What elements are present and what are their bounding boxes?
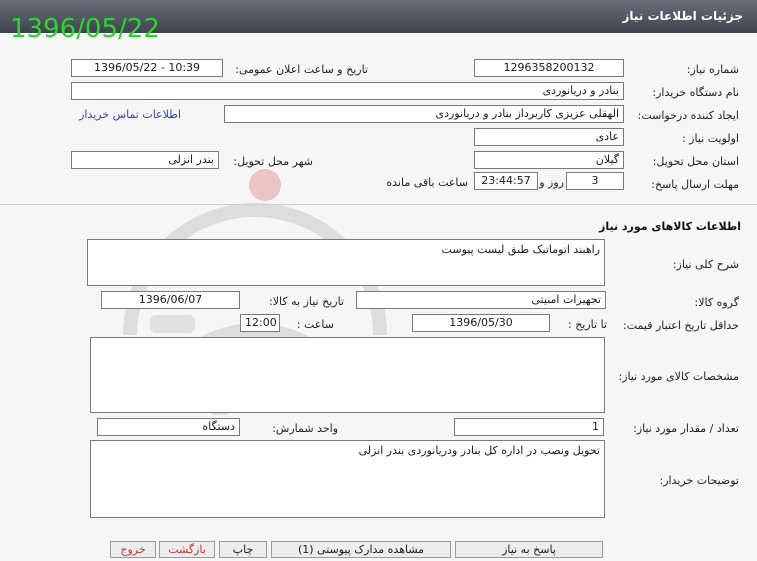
qty-field: 1 [454,418,604,436]
date-stamp: 1396/05/22 [10,14,160,44]
deadline-time-field: 23:44:57 [474,172,538,190]
requester-label: ایجاد کننده درخواست: [637,109,739,122]
goods-section-title: اطلاعات کالاهای مورد نیاز [599,220,741,233]
unit-label: واحد شمارش: [272,422,338,435]
province-field: گیلان [474,151,624,169]
goods-group-field: تجهیزات امنیتی [356,291,606,309]
remaining-word: ساعت باقی مانده [386,176,468,189]
general-desc-label: شرح کلی نیاز: [672,258,739,271]
exit-button[interactable]: خروج [110,541,156,558]
goods-group-label: گروه کالا: [694,296,739,309]
city-field: بندر انزلی [71,151,219,169]
specs-label: مشخصات کالای مورد نیاز: [618,370,739,383]
qty-label: تعداد / مقدار مورد نیاز: [633,422,739,435]
unit-field: دستگاه [97,418,240,436]
province-label: استان محل تحویل: [652,155,739,168]
view-docs-button[interactable]: مشاهده مدارک پیوستی (1) [271,541,451,558]
back-button[interactable]: بازگشت [159,541,215,558]
buyer-org-label: نام دستگاه خریدار: [652,86,739,99]
days-word: روز و [539,176,564,189]
requester-field: الهقلی عزیزی کاربرداز بنادر و دریانوردی [224,105,624,123]
buyer-notes-label: توضیحات خریدار: [659,474,740,487]
priority-field: عادی [474,128,624,146]
need-number-label: شماره نیاز: [686,63,739,76]
contact-info-link[interactable]: اطلاعات تماس خریدار [79,108,181,121]
specs-field [90,337,605,413]
general-desc-field: راهبند اتوماتیک طبق لیست پیوست [87,239,605,286]
section-divider [0,204,757,205]
page-frame: جزئیات اطلاعات نیاز 1396/05/22 شماره نیا… [0,0,757,561]
need-date-label: تاریخ نیاز به کالا: [269,295,344,308]
print-button[interactable]: چاپ [219,541,267,558]
buyer-org-field: بنادر و دریانوردی [71,82,624,100]
until-date-label: تا تاریخ : [568,318,607,331]
announce-field: 1396/05/22 - 10:39 [71,59,223,77]
deadline-label: مهلت ارسال پاسخ: [651,178,739,191]
until-date-field: 1396/05/30 [412,314,550,332]
time-field: 12:00 [240,314,280,332]
deadline-days-field: 3 [566,172,624,190]
need-number-field: 1296358200132 [474,59,624,77]
priority-label: اولویت نیاز : [681,132,739,145]
reply-button[interactable]: پاسخ به نیاز [455,541,603,558]
time-label: ساعت : [296,318,334,331]
need-date-field: 1396/06/07 [101,291,240,309]
page-title: جزئیات اطلاعات نیاز [622,9,743,23]
buyer-notes-field: تحویل ونصب در اداره کل بنادر ودریانوردی … [90,440,605,518]
city-label: شهر محل تحویل: [233,155,313,168]
announce-label: تاریخ و ساعت اعلان عمومی: [235,63,368,76]
min-validity-label: حداقل تاریخ اعتبار قیمت: [623,319,739,332]
